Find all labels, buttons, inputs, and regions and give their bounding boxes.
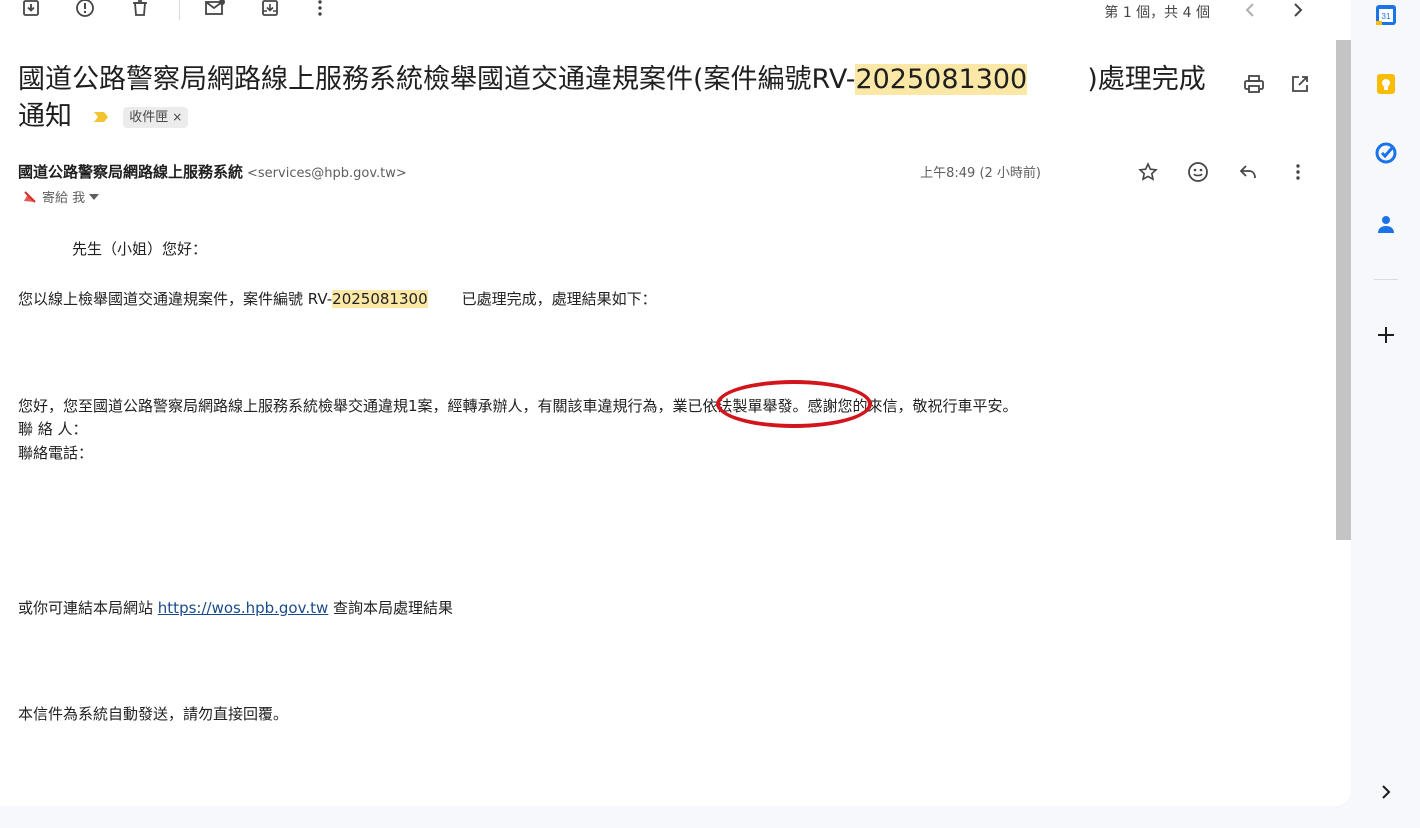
report-spam-button[interactable] <box>71 0 99 22</box>
svg-text:31: 31 <box>1382 12 1391 21</box>
chevron-right-icon <box>1294 3 1303 17</box>
pager-text: 第 1 個，共 4 個 <box>1104 5 1210 21</box>
gmail-app: 第 1 個，共 4 個 國道公路警察局網路線上服務系統檢舉國道交通違規案件(案件… <box>0 0 1420 828</box>
message-more-button[interactable] <box>1286 160 1310 184</box>
greeting-text: 先生（小姐）您好： <box>72 240 208 258</box>
newer-message-button[interactable] <box>1238 0 1262 24</box>
report-spam-icon <box>76 0 94 17</box>
message-time: 上午8:49 (2 小時前) <box>920 166 1041 181</box>
more-vert-icon <box>318 0 322 16</box>
move-to-icon <box>262 0 278 16</box>
more-options-button[interactable] <box>306 0 334 22</box>
website-link[interactable]: https://wos.hpb.gov.tw <box>158 599 328 617</box>
calendar-app-button[interactable]: 31 <box>1373 2 1399 28</box>
recipient-line[interactable]: 寄給 我 <box>22 187 100 206</box>
get-addons-button[interactable] <box>1373 322 1399 348</box>
remove-label-button[interactable]: × <box>172 110 182 124</box>
star-button[interactable] <box>1136 160 1160 184</box>
scrollbar[interactable] <box>1336 40 1351 540</box>
sender-name[interactable]: 國道公路警察局網路線上服務系統 <box>18 163 243 181</box>
tasks-app-button[interactable] <box>1373 140 1399 166</box>
show-side-panel-button[interactable] <box>1373 779 1399 805</box>
mark-unread-button[interactable] <box>201 0 229 22</box>
emoji-icon <box>1188 162 1208 182</box>
body-case-highlight: 2025081300 <box>332 290 428 308</box>
expand-panel-icon <box>1382 785 1391 799</box>
contacts-icon <box>1378 216 1394 233</box>
archive-icon <box>23 0 39 16</box>
side-panel-divider <box>1374 279 1398 280</box>
toolbar-divider <box>179 0 180 20</box>
side-panel <box>1351 0 1420 828</box>
keep-app-button[interactable] <box>1373 71 1399 97</box>
body-line-case: 您以線上檢舉國道交通違規案件，案件編號 RV-2025081300 已處理完成，處… <box>18 290 657 308</box>
more-vert-icon <box>1296 164 1300 180</box>
contact-phone: 聯絡電話： <box>18 444 94 462</box>
auto-send-notice: 本信件為系統自動發送，請勿直接回覆。 <box>18 705 289 723</box>
star-icon <box>1138 162 1158 181</box>
mark-unread-icon <box>205 0 225 15</box>
open-new-window-button[interactable] <box>1288 72 1312 96</box>
delete-icon <box>133 0 147 16</box>
tasks-icon <box>1375 142 1397 164</box>
sender-email: <services@hpb.gov.tw> <box>247 166 407 181</box>
keep-icon <box>1377 74 1395 94</box>
calendar-icon: 31 <box>1376 5 1396 25</box>
chevron-left-icon <box>1245 3 1254 17</box>
message-toolbar: 第 1 個，共 4 個 <box>0 0 1340 26</box>
importance-icon <box>93 112 108 122</box>
print-all-button[interactable] <box>1242 72 1266 96</box>
print-icon <box>1244 75 1264 93</box>
open-in-new-window-icon <box>1292 76 1308 92</box>
add-icon <box>1378 327 1394 343</box>
archive-button[interactable] <box>17 0 45 22</box>
reply-button[interactable] <box>1236 160 1260 184</box>
subject-case-highlight: 2025081300 <box>855 64 1028 95</box>
label-chip-inbox[interactable]: 收件匣 × <box>123 107 189 128</box>
reply-icon <box>1239 165 1256 179</box>
message-view: 第 1 個，共 4 個 國道公路警察局網路線上服務系統檢舉國道交通違規案件(案件… <box>0 0 1351 806</box>
contacts-app-button[interactable] <box>1373 211 1399 237</box>
recipient-text: 寄給 我 <box>42 191 86 206</box>
contact-person: 聯 絡 人： <box>18 420 88 438</box>
add-reaction-button[interactable] <box>1186 160 1210 184</box>
email-subject: 國道公路警察局網路線上服務系統檢舉國道交通違規案件(案件編號RV-2025081… <box>18 62 1218 134</box>
encryption-warning-icon <box>24 190 36 203</box>
move-to-button[interactable] <box>256 0 284 22</box>
older-message-button[interactable] <box>1286 0 1310 24</box>
delete-button[interactable] <box>126 0 154 22</box>
sender-line: 國道公路警察局網路線上服務系統 <services@hpb.gov.tw> <box>18 161 407 182</box>
chevron-down-icon <box>89 193 100 200</box>
annotation-circle <box>716 380 872 428</box>
importance-marker[interactable] <box>93 97 109 132</box>
body-line-link: 或你可連結本局網站 https://wos.hpb.gov.tw 查詢本局處理結… <box>18 599 454 617</box>
subject-prefix: 國道公路警察局網路線上服務系統檢舉國道交通違規案件(案件編號RV- <box>18 64 856 95</box>
